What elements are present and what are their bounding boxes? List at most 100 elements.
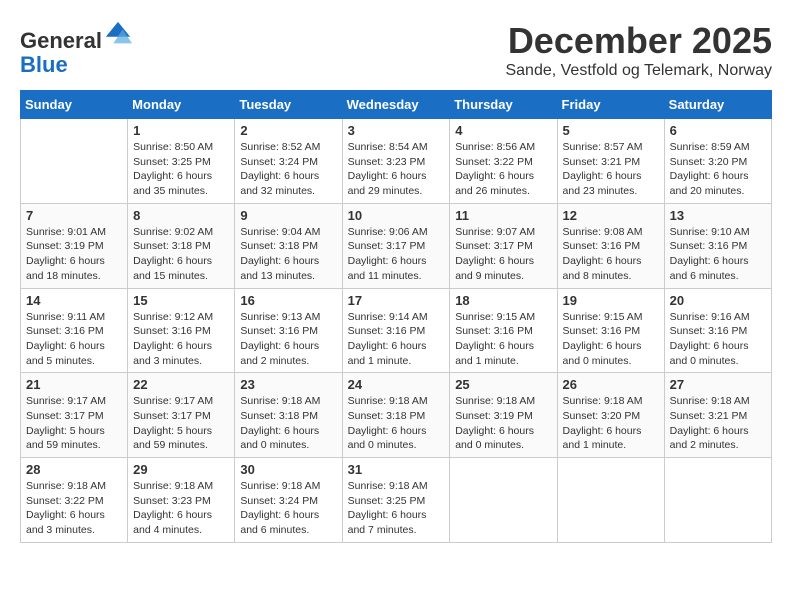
day-info: Sunrise: 9:01 AM Sunset: 3:19 PM Dayligh… [26, 225, 122, 284]
calendar-cell: 29 Sunrise: 9:18 AM Sunset: 3:23 PM Dayli… [128, 458, 235, 543]
logo: General Blue [20, 20, 132, 77]
calendar-cell: 2 Sunrise: 8:52 AM Sunset: 3:24 PM Daylig… [235, 119, 342, 204]
day-header-sunday: Sunday [21, 91, 128, 119]
calendar-cell [450, 458, 557, 543]
day-number: 25 [455, 377, 551, 392]
title-block: December 2025 Sande, Vestfold og Telemar… [505, 20, 772, 80]
day-number: 30 [240, 462, 336, 477]
calendar-cell: 21Sunrise: 9:17 AM Sunset: 3:17 PM Dayli… [21, 373, 128, 458]
day-number: 1 [133, 123, 229, 138]
location: Sande, Vestfold og Telemark, Norway [505, 62, 772, 80]
day-info: Sunrise: 9:18 AM Sunset: 3:24 PM Dayligh… [240, 479, 336, 538]
calendar-cell: 4Sunrise: 8:56 AM Sunset: 3:22 PM Daylig… [450, 119, 557, 204]
day-number: 6 [670, 123, 766, 138]
day-number: 12 [563, 208, 659, 223]
day-number: 16 [240, 293, 336, 308]
day-number: 22 [133, 377, 229, 392]
calendar-table: SundayMondayTuesdayWednesdayThursdayFrid… [20, 90, 772, 543]
day-header-thursday: Thursday [450, 91, 557, 119]
day-number: 5 [563, 123, 659, 138]
day-info: Sunrise: 9:11 AM Sunset: 3:16 PM Dayligh… [26, 310, 122, 369]
day-number: 15 [133, 293, 229, 308]
calendar-cell: 10 Sunrise: 9:06 AM Sunset: 3:17 PM Dayli… [342, 203, 450, 288]
calendar-cell: 26 Sunrise: 9:18 AM Sunset: 3:20 PM Dayli… [557, 373, 664, 458]
day-info: Sunrise: 9:18 AM Sunset: 3:21 PM Dayligh… [670, 394, 766, 453]
calendar-cell: 1 Sunrise: 8:50 AM Sunset: 3:25 PM Daylig… [128, 119, 235, 204]
calendar-cell: 30 Sunrise: 9:18 AM Sunset: 3:24 PM Dayli… [235, 458, 342, 543]
calendar-cell: 27 Sunrise: 9:18 AM Sunset: 3:21 PM Dayli… [664, 373, 771, 458]
day-number: 20 [670, 293, 766, 308]
day-number: 23 [240, 377, 336, 392]
day-info: Sunrise: 9:04 AM Sunset: 3:18 PM Dayligh… [240, 225, 336, 284]
day-number: 18 [455, 293, 551, 308]
day-info: Sunrise: 9:18 AM Sunset: 3:25 PM Dayligh… [348, 479, 445, 538]
day-info: Sunrise: 9:18 AM Sunset: 3:20 PM Dayligh… [563, 394, 659, 453]
day-number: 29 [133, 462, 229, 477]
day-number: 11 [455, 208, 551, 223]
day-info: Sunrise: 9:15 AM Sunset: 3:16 PM Dayligh… [455, 310, 551, 369]
day-number: 17 [348, 293, 445, 308]
calendar-cell: 20 Sunrise: 9:16 AM Sunset: 3:16 PM Dayli… [664, 288, 771, 373]
day-number: 26 [563, 377, 659, 392]
calendar-cell: 11 Sunrise: 9:07 AM Sunset: 3:17 PM Dayli… [450, 203, 557, 288]
day-info: Sunrise: 9:10 AM Sunset: 3:16 PM Dayligh… [670, 225, 766, 284]
day-info: Sunrise: 9:14 AM Sunset: 3:16 PM Dayligh… [348, 310, 445, 369]
calendar-cell [664, 458, 771, 543]
day-info: Sunrise: 9:12 AM Sunset: 3:16 PM Dayligh… [133, 310, 229, 369]
day-number: 21 [26, 377, 122, 392]
day-number: 8 [133, 208, 229, 223]
logo-icon [104, 20, 132, 48]
calendar-cell: 16 Sunrise: 9:13 AM Sunset: 3:16 PM Dayli… [235, 288, 342, 373]
day-info: Sunrise: 9:13 AM Sunset: 3:16 PM Dayligh… [240, 310, 336, 369]
calendar-cell: 17 Sunrise: 9:14 AM Sunset: 3:16 PM Dayli… [342, 288, 450, 373]
day-number: 3 [348, 123, 445, 138]
calendar-cell: 3 Sunrise: 8:54 AM Sunset: 3:23 PM Daylig… [342, 119, 450, 204]
calendar-cell: 28Sunrise: 9:18 AM Sunset: 3:22 PM Dayli… [21, 458, 128, 543]
calendar-cell: 15 Sunrise: 9:12 AM Sunset: 3:16 PM Dayli… [128, 288, 235, 373]
day-number: 27 [670, 377, 766, 392]
day-info: Sunrise: 9:18 AM Sunset: 3:23 PM Dayligh… [133, 479, 229, 538]
calendar-cell: 9 Sunrise: 9:04 AM Sunset: 3:18 PM Daylig… [235, 203, 342, 288]
day-info: Sunrise: 8:52 AM Sunset: 3:24 PM Dayligh… [240, 140, 336, 199]
calendar-cell: 18 Sunrise: 9:15 AM Sunset: 3:16 PM Dayli… [450, 288, 557, 373]
day-number: 31 [348, 462, 445, 477]
calendar-header-row: SundayMondayTuesdayWednesdayThursdayFrid… [21, 91, 772, 119]
calendar-cell: 31 Sunrise: 9:18 AM Sunset: 3:25 PM Dayli… [342, 458, 450, 543]
day-number: 9 [240, 208, 336, 223]
day-info: Sunrise: 9:08 AM Sunset: 3:16 PM Dayligh… [563, 225, 659, 284]
logo-blue: Blue [20, 52, 68, 77]
calendar-cell: 22 Sunrise: 9:17 AM Sunset: 3:17 PM Dayli… [128, 373, 235, 458]
day-header-wednesday: Wednesday [342, 91, 450, 119]
calendar-cell: 7Sunrise: 9:01 AM Sunset: 3:19 PM Daylig… [21, 203, 128, 288]
day-header-tuesday: Tuesday [235, 91, 342, 119]
day-number: 19 [563, 293, 659, 308]
day-number: 4 [455, 123, 551, 138]
day-header-monday: Monday [128, 91, 235, 119]
calendar-cell [557, 458, 664, 543]
day-header-friday: Friday [557, 91, 664, 119]
day-number: 14 [26, 293, 122, 308]
calendar-cell: 6 Sunrise: 8:59 AM Sunset: 3:20 PM Daylig… [664, 119, 771, 204]
day-number: 10 [348, 208, 445, 223]
day-info: Sunrise: 8:54 AM Sunset: 3:23 PM Dayligh… [348, 140, 445, 199]
day-info: Sunrise: 9:18 AM Sunset: 3:22 PM Dayligh… [26, 479, 122, 538]
day-info: Sunrise: 9:16 AM Sunset: 3:16 PM Dayligh… [670, 310, 766, 369]
calendar-cell: 24Sunrise: 9:18 AM Sunset: 3:18 PM Dayli… [342, 373, 450, 458]
calendar-cell: 8 Sunrise: 9:02 AM Sunset: 3:18 PM Daylig… [128, 203, 235, 288]
day-info: Sunrise: 9:18 AM Sunset: 3:18 PM Dayligh… [240, 394, 336, 453]
day-info: Sunrise: 9:17 AM Sunset: 3:17 PM Dayligh… [133, 394, 229, 453]
calendar-cell: 23 Sunrise: 9:18 AM Sunset: 3:18 PM Dayli… [235, 373, 342, 458]
day-info: Sunrise: 8:57 AM Sunset: 3:21 PM Dayligh… [563, 140, 659, 199]
day-info: Sunrise: 9:07 AM Sunset: 3:17 PM Dayligh… [455, 225, 551, 284]
month-title: December 2025 [505, 20, 772, 62]
day-info: Sunrise: 9:18 AM Sunset: 3:19 PM Dayligh… [455, 394, 551, 453]
day-info: Sunrise: 9:06 AM Sunset: 3:17 PM Dayligh… [348, 225, 445, 284]
calendar-week-row: 1 Sunrise: 8:50 AM Sunset: 3:25 PM Daylig… [21, 119, 772, 204]
day-number: 13 [670, 208, 766, 223]
calendar-cell: 12 Sunrise: 9:08 AM Sunset: 3:16 PM Dayli… [557, 203, 664, 288]
day-info: Sunrise: 9:02 AM Sunset: 3:18 PM Dayligh… [133, 225, 229, 284]
calendar-cell: 19Sunrise: 9:15 AM Sunset: 3:16 PM Dayli… [557, 288, 664, 373]
day-info: Sunrise: 8:59 AM Sunset: 3:20 PM Dayligh… [670, 140, 766, 199]
day-info: Sunrise: 8:50 AM Sunset: 3:25 PM Dayligh… [133, 140, 229, 199]
day-number: 2 [240, 123, 336, 138]
